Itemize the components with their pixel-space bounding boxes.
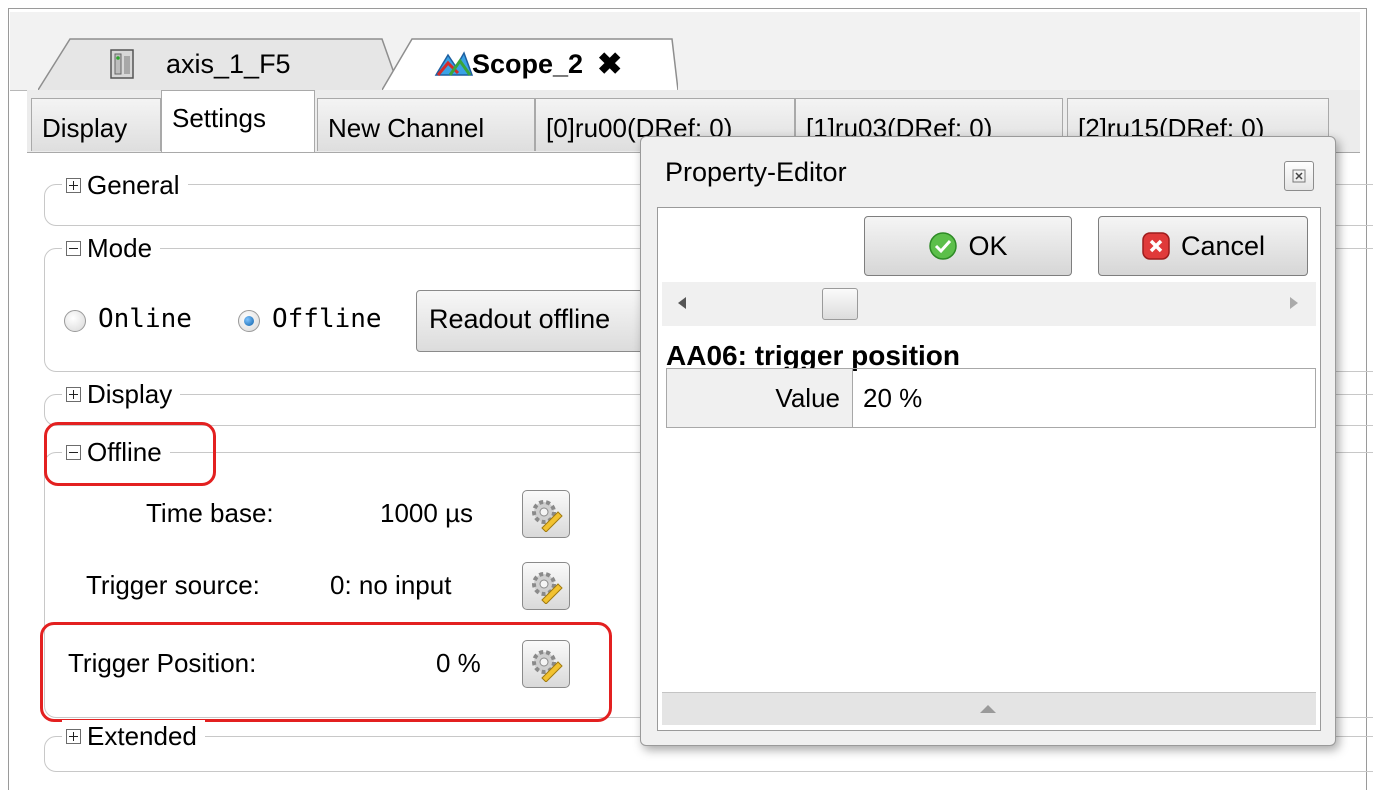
horizontal-scrollbar[interactable] xyxy=(662,282,1316,326)
dialog-title: Property-Editor xyxy=(665,157,847,187)
doc-tab-axis-label: axis_1_F5 xyxy=(166,48,291,79)
radio-online-label: Online xyxy=(98,304,192,334)
close-icon xyxy=(1292,169,1306,183)
check-icon xyxy=(929,232,958,260)
cancel-button-label: Cancel xyxy=(1180,230,1266,261)
property-editor-dialog: Property-Editor OK Cancel AA06: trigger … xyxy=(640,136,1336,746)
scope-icon xyxy=(434,51,474,76)
server-icon xyxy=(110,49,134,79)
dialog-footer-splitter[interactable] xyxy=(662,692,1316,725)
cancel-icon xyxy=(1142,232,1170,260)
readout-offline-button[interactable]: Readout offline xyxy=(416,290,676,352)
tab-settings[interactable]: Settings xyxy=(161,90,315,152)
trigger-source-edit-button[interactable] xyxy=(522,562,570,610)
dialog-close-button[interactable] xyxy=(1284,161,1314,191)
ok-button[interactable]: OK xyxy=(864,216,1072,276)
radio-offline-label: Offline xyxy=(272,304,382,334)
group-mode-header[interactable]: Mode xyxy=(62,232,161,264)
time-base-value: 1000 µs xyxy=(380,498,474,528)
tab-display[interactable]: Display xyxy=(31,98,161,151)
group-display-header[interactable]: Display xyxy=(62,378,181,410)
radio-online[interactable] xyxy=(64,310,86,332)
group-extended-header[interactable]: Extended xyxy=(62,720,205,752)
ok-button-label: OK xyxy=(968,230,1008,261)
doc-tab-axis[interactable]: axis_1_F5 xyxy=(38,38,400,90)
close-icon[interactable]: ✖ xyxy=(597,47,622,82)
radio-offline[interactable] xyxy=(238,310,260,332)
time-base-label: Time base: xyxy=(146,498,274,528)
scroll-left-icon[interactable] xyxy=(676,296,688,310)
group-general-title: General xyxy=(87,169,180,200)
expand-icon[interactable] xyxy=(66,386,81,402)
dialog-body: OK Cancel AA06: trigger position Value 2… xyxy=(657,207,1321,731)
gear-edit-icon xyxy=(532,500,563,532)
scroll-right-icon[interactable] xyxy=(1288,296,1300,310)
trigger-source-label: Trigger source: xyxy=(86,570,260,600)
scrollbar-thumb[interactable] xyxy=(822,288,858,320)
expand-icon[interactable] xyxy=(66,177,81,193)
property-table: Value 20 % xyxy=(666,368,1316,428)
gear-edit-icon xyxy=(532,572,563,604)
property-value-field[interactable]: 20 % xyxy=(853,369,1315,427)
trigger-position-label: Trigger Position: xyxy=(68,648,257,678)
time-base-edit-button[interactable] xyxy=(522,490,570,538)
trigger-position-value: 0 % xyxy=(436,648,481,678)
expand-up-icon[interactable] xyxy=(980,705,996,713)
gear-edit-icon xyxy=(532,650,563,682)
doc-tab-scope-label: Scope_2 xyxy=(472,48,584,79)
doc-tab-scope[interactable]: Scope_2 ✖ xyxy=(382,38,678,90)
offline-highlight xyxy=(44,422,216,486)
collapse-icon[interactable] xyxy=(66,240,81,256)
tab-new-channel[interactable]: New Channel xyxy=(317,98,535,151)
group-extended-title: Extended xyxy=(87,720,197,751)
trigger-source-value: 0: no input xyxy=(330,570,452,600)
expand-icon[interactable] xyxy=(66,728,81,744)
document-tab-bar: axis_1_F5 Scope_2 ✖ xyxy=(10,12,1360,91)
group-mode-title: Mode xyxy=(87,232,153,263)
trigger-position-edit-button[interactable] xyxy=(522,640,570,688)
group-general-header[interactable]: General xyxy=(62,169,188,201)
cancel-button[interactable]: Cancel xyxy=(1098,216,1308,276)
property-key: Value xyxy=(667,369,853,427)
group-display-title: Display xyxy=(87,378,173,409)
